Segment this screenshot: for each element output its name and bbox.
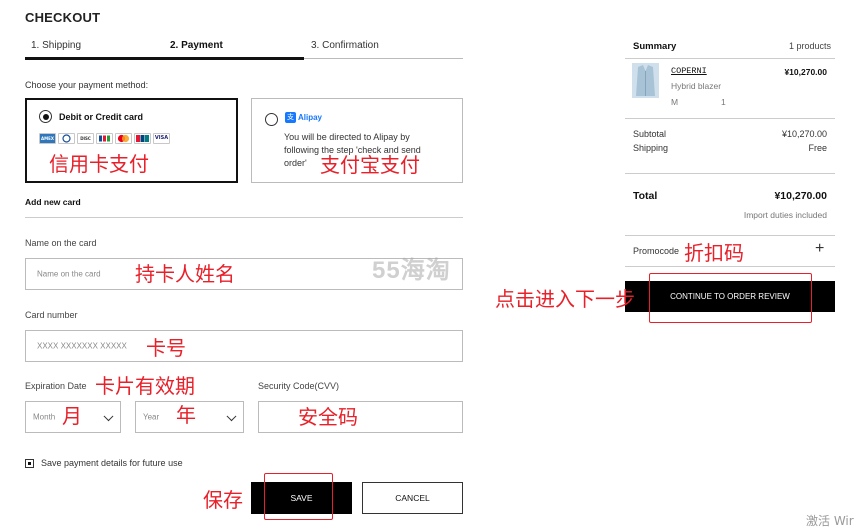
month-select-value: Month: [33, 412, 56, 422]
annotation-continue-frame: [649, 273, 812, 323]
year-select-value: Year: [143, 412, 160, 422]
alipay-logo-text: Alipay: [298, 113, 323, 122]
alipay-icon: 支: [285, 112, 296, 123]
annotation-promo: 折扣码: [684, 241, 744, 265]
steps-progress-bar: [25, 57, 304, 60]
annotation-month: 月: [62, 404, 82, 428]
summary-divider: [625, 118, 835, 119]
blazer-image: [636, 65, 655, 96]
discover-icon: DISC: [77, 133, 94, 144]
summary-divider: [625, 235, 835, 236]
annotation-next-step: 点击进入下一步: [495, 287, 635, 311]
summary-title: Summary: [633, 41, 677, 52]
shipping-value: Free: [808, 143, 827, 153]
cancel-button[interactable]: CANCEL: [362, 482, 463, 514]
subtotal-label: Subtotal: [633, 129, 667, 139]
annotation-save: 保存: [203, 488, 243, 512]
step-confirmation[interactable]: 3. Confirmation: [311, 40, 379, 51]
step-shipping[interactable]: 1. Shipping: [31, 40, 81, 51]
annotation-holder-name: 持卡人姓名: [135, 262, 235, 286]
total-value: ¥10,270.00: [774, 190, 827, 202]
visa-icon: VISA: [153, 133, 170, 144]
section-divider: [25, 217, 463, 218]
annotation-save-frame: [264, 473, 333, 520]
alipay-radio[interactable]: [265, 113, 278, 126]
checkbox-checked-mark: [28, 462, 31, 465]
name-on-card-placeholder: Name on the card: [37, 269, 101, 279]
annotation-year: 年: [176, 403, 196, 427]
annotation-card-number: 卡号: [146, 336, 186, 360]
product-size: M: [671, 97, 679, 107]
summary-divider: [625, 266, 835, 267]
watermark-text: 55海淘: [372, 257, 451, 284]
save-details-label: Save payment details for future use: [41, 458, 183, 468]
step-payment[interactable]: 2. Payment: [170, 40, 223, 51]
summary-product-count: 1 products: [788, 41, 831, 51]
cvv-label: Security Code(CVV): [258, 381, 340, 391]
alipay-logo: 支 Alipay: [285, 112, 322, 123]
card-number-label: Card number: [25, 310, 78, 320]
shipping-label: Shipping: [633, 143, 669, 153]
chevron-down-icon: [226, 411, 237, 422]
jcb-icon: [96, 133, 113, 144]
card-brand-icons: AMEX DISC VISA: [39, 133, 170, 144]
add-new-card-title: Add new card: [25, 197, 81, 207]
payment-method-label: Choose your payment method:: [25, 80, 149, 90]
card-option-label: Debit or Credit card: [59, 112, 144, 122]
payment-option-card[interactable]: Debit or Credit card AMEX DISC VISA 信用卡支…: [25, 98, 238, 183]
product-quantity: 1: [721, 97, 726, 107]
amex-icon: AMEX: [39, 133, 56, 144]
save-details-checkbox[interactable]: [25, 459, 34, 468]
cvv-input[interactable]: [258, 401, 463, 433]
corner-watermark: 激活 Wir: [806, 514, 854, 528]
plus-icon[interactable]: +: [815, 240, 824, 258]
card-radio[interactable]: [39, 110, 52, 123]
product-thumbnail[interactable]: [632, 63, 659, 98]
card-number-placeholder: XXXX XXXXXXX XXXXX: [37, 341, 127, 351]
name-on-card-label: Name on the card: [25, 238, 97, 248]
summary-divider: [625, 173, 835, 174]
radio-selected-dot: [42, 113, 49, 120]
import-duties-note: Import duties included: [743, 210, 827, 220]
diners-icon: [58, 133, 75, 144]
annotation-expiry: 卡片有效期: [95, 374, 195, 398]
unionpay-icon: [134, 133, 151, 144]
subtotal-value: ¥10,270.00: [781, 129, 827, 139]
product-brand-link[interactable]: COPERNI: [671, 66, 707, 76]
expiration-date-label: Expiration Date: [25, 381, 87, 391]
checkout-steps: 1. Shipping 2. Payment 3. Confirmation: [25, 40, 463, 60]
card-number-input[interactable]: XXXX XXXXXXX XXXXX: [25, 330, 463, 362]
promocode-label[interactable]: Promocode: [633, 246, 679, 256]
product-price: ¥10,270.00: [784, 67, 827, 77]
summary-divider: [625, 58, 835, 59]
total-label: Total: [633, 190, 658, 202]
annotation-card-pay: 信用卡支付: [49, 152, 149, 176]
chevron-down-icon: [103, 411, 114, 422]
annotation-cvv: 安全码: [298, 405, 358, 429]
mastercard-icon: [115, 133, 132, 144]
product-name: Hybrid blazer: [671, 81, 722, 91]
page-title: CHECKOUT: [25, 10, 101, 25]
annotation-alipay-pay: 支付宝支付: [320, 153, 420, 177]
payment-option-alipay[interactable]: 支 Alipay You will be directed to Alipay …: [251, 98, 463, 183]
